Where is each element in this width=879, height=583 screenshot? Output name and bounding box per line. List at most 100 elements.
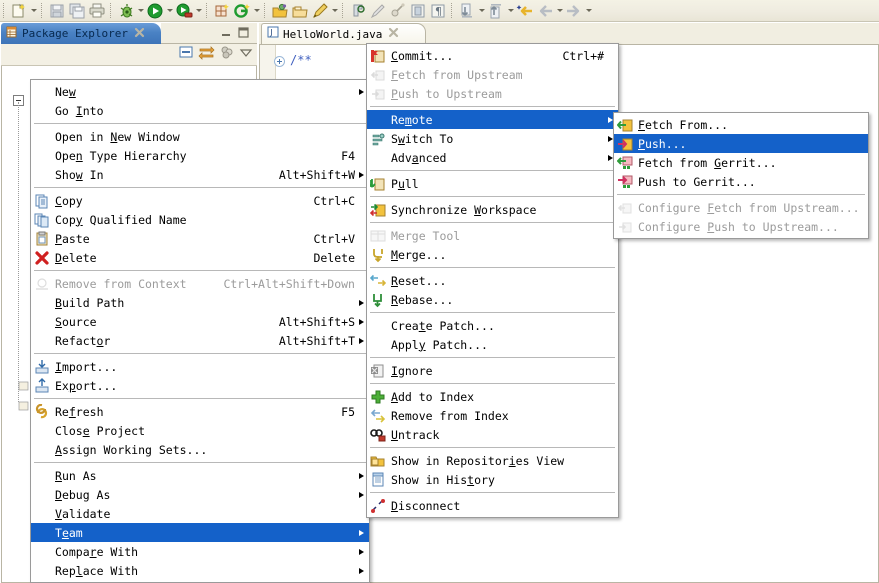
forward-icon[interactable] (564, 2, 584, 20)
menu-item-remove-from-index[interactable]: Remove from Index (367, 406, 618, 425)
run-coverage-icon[interactable] (174, 2, 194, 20)
search-icon[interactable] (348, 2, 368, 20)
menu-item-run-as[interactable]: Run As (31, 466, 369, 485)
chevron-down-icon[interactable] (165, 2, 174, 20)
menu-item-close-project[interactable]: Close Project (31, 421, 369, 440)
menu-item-untrack[interactable]: Untrack (367, 425, 618, 444)
menu-item-switch-to[interactable]: Switch To (367, 129, 618, 148)
menu-item-copy[interactable]: Copy Ctrl+C (31, 191, 369, 210)
menu-item-validate[interactable]: Validate (31, 504, 369, 523)
view-filters-icon[interactable] (219, 44, 235, 65)
menu-item-replace-with[interactable]: Replace With (31, 561, 369, 580)
marker-icon[interactable] (388, 2, 408, 20)
menu-item-open-in-new-window[interactable]: Open in New Window (31, 127, 369, 146)
team-submenu[interactable]: Commit... Ctrl+# Fetch from Upstream Push t… (366, 43, 619, 518)
menu-item-add-to-index[interactable]: Add to Index (367, 387, 618, 406)
menu-separator (34, 270, 366, 271)
project-context-menu[interactable]: New Go Into Open in New Window Open Type Hi… (30, 79, 370, 583)
menu-item-disconnect[interactable]: Disconnect (367, 496, 618, 515)
tree-node[interactable] (18, 399, 30, 411)
menu-item-synchronize-workspace[interactable]: Synchronize Workspace (367, 200, 618, 219)
menu-item-commit[interactable]: Commit... Ctrl+# (367, 46, 618, 65)
push-to-icon (614, 135, 636, 153)
menu-item-show-in[interactable]: Show In Alt+Shift+W (31, 165, 369, 184)
menu-item-source[interactable]: Source Alt+Shift+S (31, 312, 369, 331)
chevron-down-icon[interactable] (584, 2, 593, 20)
previous-annotation-icon[interactable] (486, 2, 506, 20)
menu-item-apply-patch[interactable]: Apply Patch... (367, 335, 618, 354)
menu-item-push[interactable]: Push... (614, 134, 868, 153)
next-annotation-icon[interactable] (457, 2, 477, 20)
remote-submenu[interactable]: Fetch From... Push... Fetch from Gerrit...… (613, 112, 869, 239)
menu-item-paste[interactable]: Paste Ctrl+V (31, 229, 369, 248)
menu-item-import[interactable]: Import... (31, 357, 369, 376)
open-task-icon[interactable] (290, 2, 310, 20)
menu-item-export[interactable]: Export... (31, 376, 369, 395)
minimize-icon[interactable] (220, 26, 233, 39)
chevron-down-icon[interactable] (330, 2, 339, 20)
menu-item-new[interactable]: New (31, 82, 369, 101)
menu-item-ignore[interactable]: Ignore (367, 361, 618, 380)
menu-item-create-patch[interactable]: Create Patch... (367, 316, 618, 335)
menu-item-assign-working-sets[interactable]: Assign Working Sets... (31, 440, 369, 459)
menu-item-debug-as[interactable]: Debug As (31, 485, 369, 504)
tab-package-explorer[interactable]: Package Explorer (1, 23, 161, 44)
menu-separator (370, 492, 615, 493)
menu-item-no-icon (31, 422, 53, 440)
menu-item-refresh[interactable]: Refresh F5 (31, 402, 369, 421)
maximize-icon[interactable] (237, 26, 250, 39)
view-menu-icon[interactable] (239, 45, 253, 64)
save-icon[interactable] (47, 2, 67, 20)
menu-item-label: Import... (55, 359, 118, 374)
new-class-icon[interactable] (232, 2, 252, 20)
menu-item-fetch-from[interactable]: Fetch From... (614, 115, 868, 134)
last-edit-location-icon[interactable] (515, 2, 535, 20)
menu-item-team[interactable]: Team (31, 523, 369, 542)
chevron-down-icon[interactable] (555, 2, 564, 20)
menu-item-no-icon (367, 149, 389, 167)
chevron-down-icon[interactable] (477, 2, 486, 20)
run-icon[interactable] (145, 2, 165, 20)
menu-item-show-in-repositories-view[interactable]: Show in Repositories View (367, 451, 618, 470)
menu-item-merge[interactable]: Merge... (367, 245, 618, 264)
menu-item-reset[interactable]: Reset... (367, 271, 618, 290)
debug-icon[interactable] (116, 2, 136, 20)
menu-item-fetch-from-gerrit[interactable]: Fetch from Gerrit... (614, 153, 868, 172)
open-type-icon[interactable] (270, 2, 290, 20)
menu-item-build-path[interactable]: Build Path (31, 293, 369, 312)
menu-item-rebase[interactable]: Rebase... (367, 290, 618, 309)
link-with-editor-icon[interactable] (198, 44, 215, 65)
chevron-down-icon[interactable] (252, 2, 261, 20)
chevron-down-icon[interactable] (506, 2, 515, 20)
menu-item-remote[interactable]: Remote (367, 110, 618, 129)
print-icon[interactable] (87, 2, 107, 20)
chevron-down-icon[interactable] (136, 2, 145, 20)
close-icon[interactable] (134, 25, 145, 43)
menu-item-advanced[interactable]: Advanced (367, 148, 618, 167)
menu-item-refactor[interactable]: Refactor Alt+Shift+T (31, 331, 369, 350)
toggle-block-selection-icon[interactable] (408, 2, 428, 20)
menu-item-push-to-gerrit[interactable]: Push to Gerrit... (614, 172, 868, 191)
new-java-project-icon[interactable] (212, 2, 232, 20)
menu-item-open-type-hierarchy[interactable]: Open Type Hierarchy F4 (31, 146, 369, 165)
tree-node[interactable] (18, 379, 30, 391)
menu-item-compare-with[interactable]: Compare With (31, 542, 369, 561)
menu-item-show-in-history[interactable]: Show in History (367, 470, 618, 489)
chevron-down-icon[interactable] (29, 2, 38, 20)
annotation-icon[interactable] (310, 2, 330, 20)
menu-item-delete[interactable]: Delete Delete (31, 248, 369, 267)
show-whitespace-icon[interactable]: ¶ (428, 2, 448, 20)
pencil-icon[interactable] (368, 2, 388, 20)
tab-helloworld-java[interactable]: J HelloWorld.java (261, 23, 426, 44)
repositories-icon (367, 452, 389, 470)
save-all-icon[interactable] (67, 2, 87, 20)
back-icon[interactable] (535, 2, 555, 20)
chevron-down-icon[interactable] (194, 2, 203, 20)
menu-item-pull[interactable]: Pull (367, 174, 618, 193)
collapse-all-icon[interactable] (178, 44, 194, 65)
menu-item-go-into[interactable]: Go Into (31, 101, 369, 120)
new-wizard-icon[interactable] (9, 2, 29, 20)
menu-item-copy-qualified-name[interactable]: Copy Qualified Name (31, 210, 369, 229)
fold-toggle-icon[interactable] (274, 56, 285, 67)
close-icon[interactable] (388, 25, 399, 43)
